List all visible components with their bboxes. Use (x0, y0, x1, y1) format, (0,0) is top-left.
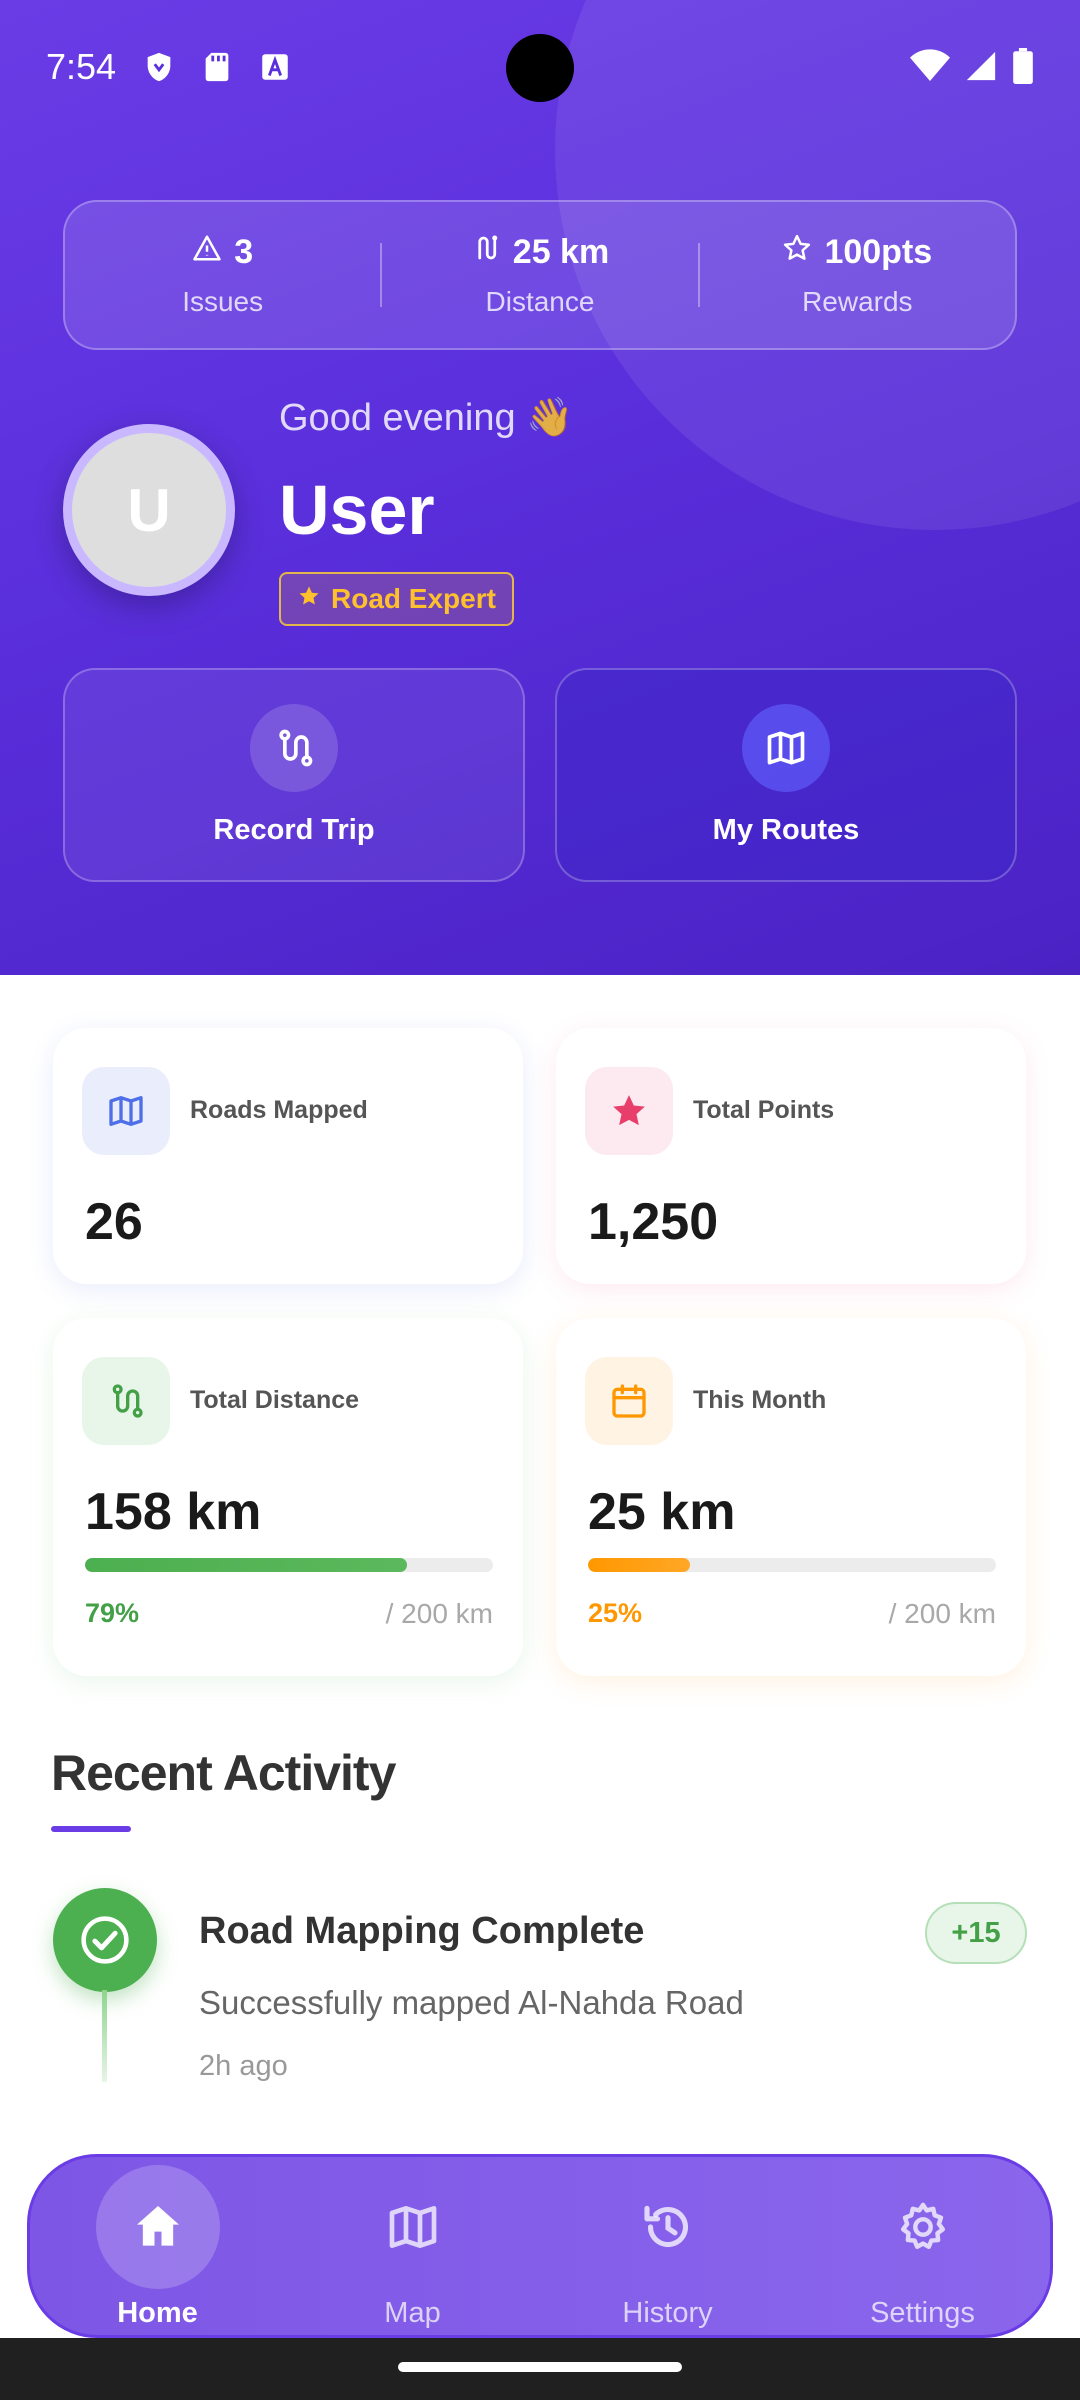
title-underline (51, 1826, 131, 1832)
month-progress-fill (588, 1558, 690, 1572)
route-icon (82, 1357, 170, 1445)
home-icon (95, 2165, 220, 2289)
rank-badge: Road Expert (279, 572, 514, 626)
month-goal: / 200 km (888, 1598, 996, 1629)
distance-percent: 79% (85, 1598, 140, 1628)
this-month-card[interactable]: This Month 25 km 25% / 200 km (556, 1318, 1026, 1676)
distance-progress-fill (85, 1558, 408, 1572)
system-nav-bar (0, 2338, 1080, 2400)
gear-icon (861, 2165, 985, 2289)
bottom-nav: Home Map History Settings (27, 2154, 1053, 2338)
home-gesture-pill[interactable] (398, 2362, 682, 2372)
wifi-icon (910, 49, 950, 88)
font-a-icon (258, 50, 292, 84)
total-points-card[interactable]: Total Points 1,250 (556, 1028, 1026, 1284)
summary-stats-bar: 3 Issues 25 km Distance 100pts Rewards (63, 200, 1017, 350)
roads-mapped-card[interactable]: Roads Mapped 26 (53, 1028, 523, 1284)
route-icon (250, 704, 338, 792)
activity-description: Successfully mapped Al-Nahda Road (199, 1984, 744, 2021)
signal-icon (964, 49, 998, 88)
user-name: User (279, 471, 435, 549)
status-system-icons (910, 48, 1034, 89)
header: 7:54 3 Issues 25 km Distance 100pts Rewa… (0, 0, 1080, 975)
route-icon (471, 233, 501, 272)
map-icon (82, 1067, 170, 1155)
status-notification-icons (142, 50, 292, 84)
nav-home[interactable]: Home (30, 2157, 285, 2335)
warning-triangle-icon (192, 233, 222, 272)
history-icon (606, 2165, 730, 2289)
camera-cutout (506, 34, 574, 102)
battery-icon (1012, 48, 1034, 89)
month-percent: 25% (588, 1598, 643, 1628)
stat-distance[interactable]: 25 km Distance (382, 233, 697, 318)
shield-icon (142, 50, 176, 84)
status-bar: 7:54 (0, 0, 1080, 135)
activity-points-badge: +15 (925, 1902, 1027, 1964)
nav-settings[interactable]: Settings (795, 2157, 1050, 2335)
month-progress-track (588, 1558, 996, 1572)
nav-map[interactable]: Map (285, 2157, 540, 2335)
map-icon (351, 2165, 475, 2289)
check-circle-icon (53, 1888, 157, 1992)
distance-progress-track (85, 1558, 493, 1572)
avatar[interactable]: U (63, 424, 235, 596)
total-distance-card[interactable]: Total Distance 158 km 79% / 200 km (53, 1318, 523, 1676)
my-routes-button[interactable]: My Routes (555, 668, 1017, 882)
star-outline-icon (782, 233, 812, 272)
stat-rewards[interactable]: 100pts Rewards (700, 233, 1015, 318)
activity-title: Road Mapping Complete (199, 1910, 645, 1952)
calendar-icon (585, 1357, 673, 1445)
timeline-line (102, 1990, 107, 2082)
greeting-text: Good evening 👋 (279, 397, 574, 439)
activity-time: 2h ago (199, 2050, 288, 2082)
stat-issues[interactable]: 3 Issues (65, 233, 380, 318)
nav-history[interactable]: History (540, 2157, 795, 2335)
star-icon (585, 1067, 673, 1155)
sd-card-icon (200, 50, 234, 84)
map-icon (742, 704, 830, 792)
recent-activity-title: Recent Activity (51, 1745, 396, 1801)
distance-goal: / 200 km (385, 1598, 493, 1629)
star-icon (297, 583, 321, 615)
record-trip-button[interactable]: Record Trip (63, 668, 525, 882)
status-time: 7:54 (46, 46, 117, 87)
